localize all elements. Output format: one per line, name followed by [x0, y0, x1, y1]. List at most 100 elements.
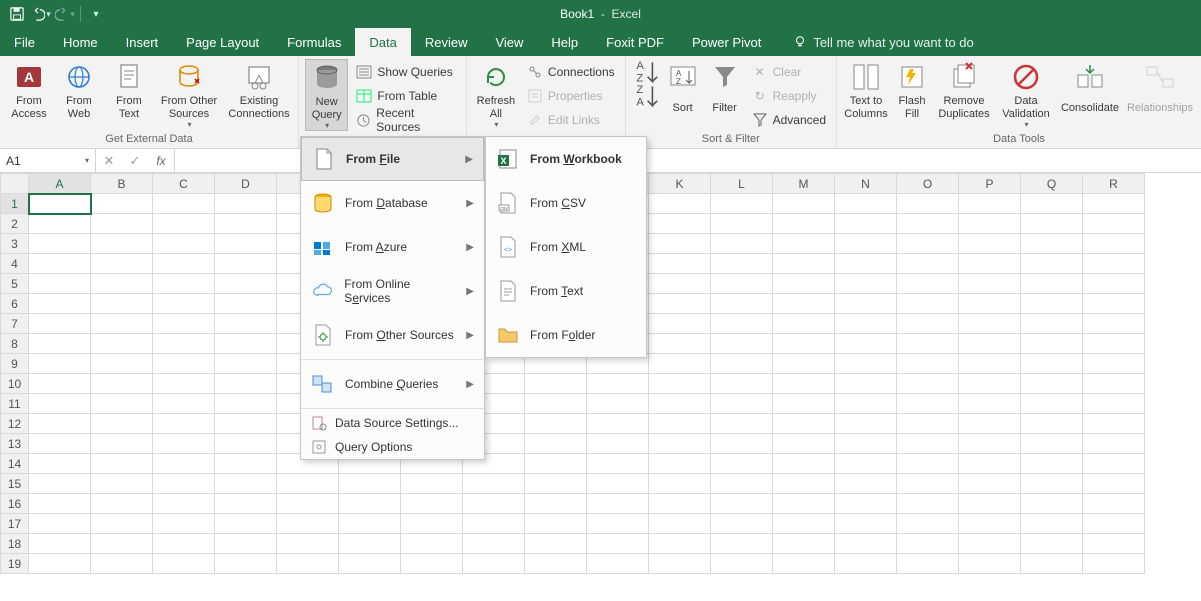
cell[interactable]	[1083, 234, 1145, 254]
cell[interactable]	[1083, 414, 1145, 434]
cell[interactable]	[525, 454, 587, 474]
cell[interactable]	[897, 354, 959, 374]
row-header[interactable]: 10	[1, 374, 29, 394]
cell[interactable]	[773, 274, 835, 294]
column-header[interactable]: A	[29, 174, 91, 194]
cell[interactable]	[29, 334, 91, 354]
cell[interactable]	[835, 294, 897, 314]
menu-from-text[interactable]: From Text	[486, 269, 646, 313]
cell[interactable]	[91, 474, 153, 494]
tab-page-layout[interactable]: Page Layout	[172, 28, 273, 56]
cell[interactable]	[587, 374, 649, 394]
cell[interactable]	[1021, 334, 1083, 354]
cell[interactable]	[835, 554, 897, 574]
cell[interactable]	[835, 354, 897, 374]
cell[interactable]	[835, 494, 897, 514]
cell[interactable]	[215, 354, 277, 374]
cell[interactable]	[835, 414, 897, 434]
cell[interactable]	[649, 394, 711, 414]
cell[interactable]	[835, 234, 897, 254]
tab-data[interactable]: Data	[355, 28, 410, 56]
cell[interactable]	[153, 234, 215, 254]
cell[interactable]	[91, 414, 153, 434]
cell[interactable]	[1083, 294, 1145, 314]
tab-home[interactable]: Home	[49, 28, 112, 56]
cell[interactable]	[29, 514, 91, 534]
cell[interactable]	[215, 394, 277, 414]
cell[interactable]	[525, 494, 587, 514]
cell[interactable]	[959, 414, 1021, 434]
tab-review[interactable]: Review	[411, 28, 482, 56]
cell[interactable]	[29, 394, 91, 414]
row-header[interactable]: 2	[1, 214, 29, 234]
cell[interactable]	[649, 274, 711, 294]
cell[interactable]	[897, 374, 959, 394]
tab-file[interactable]: File	[0, 28, 49, 56]
cell[interactable]	[1083, 554, 1145, 574]
cell[interactable]	[153, 534, 215, 554]
cell[interactable]	[835, 374, 897, 394]
cell[interactable]	[773, 214, 835, 234]
cell[interactable]	[1021, 554, 1083, 574]
cell[interactable]	[339, 554, 401, 574]
sort-az-button[interactable]: AZ ZA	[632, 59, 660, 109]
cell[interactable]	[897, 434, 959, 454]
cell[interactable]	[463, 514, 525, 534]
from-access-button[interactable]: A From Access	[6, 59, 52, 121]
cell[interactable]	[29, 274, 91, 294]
cell[interactable]	[711, 554, 773, 574]
cell[interactable]	[897, 334, 959, 354]
cell[interactable]	[29, 354, 91, 374]
cell[interactable]	[959, 454, 1021, 474]
cell[interactable]	[215, 454, 277, 474]
cell[interactable]	[29, 234, 91, 254]
cell[interactable]	[91, 554, 153, 574]
cell[interactable]	[773, 254, 835, 274]
cell[interactable]	[897, 474, 959, 494]
cell[interactable]	[401, 514, 463, 534]
cell[interactable]	[649, 554, 711, 574]
cell[interactable]	[1083, 454, 1145, 474]
cell[interactable]	[587, 534, 649, 554]
cancel-button[interactable]: ✕	[96, 149, 122, 172]
row-header[interactable]: 1	[1, 194, 29, 214]
cell[interactable]	[525, 554, 587, 574]
cell[interactable]	[215, 214, 277, 234]
cell[interactable]	[29, 194, 91, 214]
cell[interactable]	[1083, 194, 1145, 214]
menu-from-xml[interactable]: <> From XML	[486, 225, 646, 269]
cell[interactable]	[773, 194, 835, 214]
cell[interactable]	[1021, 454, 1083, 474]
sort-button[interactable]: AZ Sort	[664, 59, 702, 121]
cell[interactable]	[711, 194, 773, 214]
recent-sources-button[interactable]: Recent Sources	[352, 109, 460, 131]
cell[interactable]	[153, 554, 215, 574]
cell[interactable]	[91, 434, 153, 454]
cell[interactable]	[215, 274, 277, 294]
cell[interactable]	[153, 394, 215, 414]
cell[interactable]	[835, 534, 897, 554]
menu-from-online-services[interactable]: From Online Services ▶	[301, 269, 484, 313]
cell[interactable]	[649, 234, 711, 254]
flash-fill-button[interactable]: Flash Fill	[893, 59, 931, 121]
cell[interactable]	[773, 234, 835, 254]
cell[interactable]	[277, 534, 339, 554]
cell[interactable]	[277, 474, 339, 494]
column-header[interactable]: R	[1083, 174, 1145, 194]
cell[interactable]	[153, 194, 215, 214]
cell[interactable]	[835, 254, 897, 274]
cell[interactable]	[1021, 234, 1083, 254]
cell[interactable]	[773, 294, 835, 314]
cell[interactable]	[91, 294, 153, 314]
connections-button[interactable]: Connections	[523, 61, 619, 83]
cell[interactable]	[711, 334, 773, 354]
cell[interactable]	[773, 394, 835, 414]
cell[interactable]	[959, 314, 1021, 334]
cell[interactable]	[835, 314, 897, 334]
cell[interactable]	[711, 214, 773, 234]
cell[interactable]	[1083, 474, 1145, 494]
data-validation-button[interactable]: Data Validation▾	[997, 59, 1055, 129]
cell[interactable]	[1083, 214, 1145, 234]
cell[interactable]	[91, 214, 153, 234]
cell[interactable]	[215, 254, 277, 274]
